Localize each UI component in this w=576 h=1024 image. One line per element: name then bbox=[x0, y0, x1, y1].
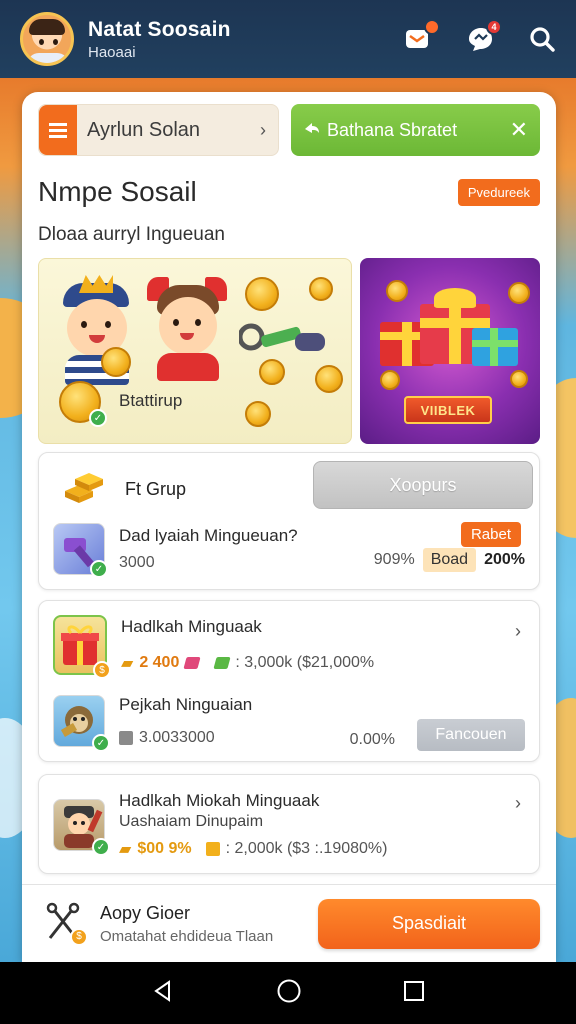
page-subtitle: Dloaa aurryl Ingueuan bbox=[38, 224, 225, 245]
home-icon[interactable] bbox=[276, 978, 302, 1009]
item-pct: 0.00% bbox=[349, 731, 395, 748]
chevron-right-icon[interactable]: › bbox=[515, 793, 521, 814]
list-item[interactable]: ✓ Dad lyaiah Mingueuan? 3000 Rabet 909% … bbox=[53, 522, 525, 578]
coin-badge-icon: ✓ bbox=[59, 381, 107, 427]
item-meta: ▰ 2 400 : 3,000k ($21,000% bbox=[121, 653, 525, 673]
item-title: Pejkah Ninguaian bbox=[119, 695, 253, 714]
system-navigation-bar bbox=[0, 962, 576, 1024]
item-pct: 909% bbox=[373, 551, 415, 568]
footer-bar: $ Aopy Gioer Omatahat ehdideua Tlaan Spa… bbox=[22, 884, 556, 962]
gold-bars-icon bbox=[61, 469, 107, 510]
coin-icon bbox=[510, 370, 528, 388]
gem-pink-icon bbox=[183, 657, 201, 669]
footer-subtitle: Omatahat ehdideua Tlaan bbox=[100, 927, 274, 945]
item-title: Hadlkah Minguaak bbox=[121, 617, 262, 636]
footer-title: Aopy Gioer bbox=[100, 902, 191, 923]
tab-bathana-label: Bathana Sbratet bbox=[326, 119, 458, 140]
page-title: Nmpe Sosail bbox=[38, 176, 197, 207]
coin-icon bbox=[380, 370, 400, 390]
item-subtitle: Uashaiam Dinupaim bbox=[119, 813, 264, 830]
top-icons: 4 bbox=[402, 19, 558, 55]
tab-bathana-sbratet[interactable]: Bathana Sbratet ✕ bbox=[290, 104, 540, 156]
tab-ayrlun-solan[interactable]: Ayrlun Solan › bbox=[38, 104, 279, 156]
group-header: Ft Grup bbox=[61, 469, 186, 510]
user-name: Natat Soosain bbox=[88, 17, 231, 41]
chat-icon[interactable]: 4 bbox=[464, 19, 502, 55]
gold-bars-icon: ▰ bbox=[121, 655, 134, 672]
verified-icon: ✓ bbox=[90, 560, 108, 578]
wrench-tool-icon bbox=[237, 313, 329, 359]
top-app-bar: Natat Soosain Haoaai 4 bbox=[0, 0, 576, 78]
coin-icon bbox=[245, 277, 279, 311]
vip-banner: VIIBLEK bbox=[404, 396, 492, 424]
item-thumbnail: ✓ bbox=[53, 523, 108, 578]
notification-badge bbox=[424, 19, 440, 35]
item-thumbnail: ✓ bbox=[53, 799, 110, 856]
list-item[interactable]: ✓ Hadlkah Miokah Minguaak Uashaiam Dinup… bbox=[53, 791, 525, 859]
item-badge[interactable]: Rabet bbox=[460, 522, 521, 547]
item-tag: Boad bbox=[422, 548, 477, 572]
title-badge[interactable]: Pvedureek bbox=[457, 178, 540, 206]
back-icon[interactable] bbox=[151, 979, 175, 1008]
menu-list-icon bbox=[39, 105, 77, 155]
chat-badge: 4 bbox=[486, 19, 502, 35]
cta-button[interactable]: Spasdiait bbox=[318, 898, 540, 949]
gold-bars-icon: ▰ bbox=[119, 841, 132, 858]
coin-icon bbox=[259, 359, 285, 385]
verified-icon: ✓ bbox=[92, 838, 110, 856]
item-bonus: 200% bbox=[484, 551, 525, 568]
recents-icon[interactable] bbox=[403, 980, 425, 1007]
group-panel: Ft Grup Xoopurs ✓ Dad lyaiah Mingueuan? … bbox=[38, 452, 540, 590]
share-arrow-icon bbox=[303, 120, 321, 141]
search-icon[interactable] bbox=[526, 23, 558, 55]
gift-box-icon bbox=[472, 322, 518, 366]
item-meta: ▰ $00 9% : 2,000k ($3 :.19080%) bbox=[119, 839, 525, 859]
chevron-right-icon[interactable]: › bbox=[515, 621, 521, 642]
item-thumbnail: ✓ bbox=[53, 695, 110, 752]
item-value-text: 3000 bbox=[119, 554, 155, 571]
user-info: Natat Soosain Haoaai bbox=[88, 18, 402, 61]
gem-green-icon bbox=[213, 657, 231, 669]
offers-panel: $ Hadlkah Minguaak ▰ 2 400 : 3,000k ($21… bbox=[38, 600, 540, 762]
tab-ayrlun-label: Ayrlun Solan bbox=[87, 118, 201, 141]
tab-row: Ayrlun Solan › Bathana Sbratet ✕ bbox=[38, 104, 540, 156]
item-title: Hadlkah Miokah Minguaak bbox=[119, 791, 320, 810]
close-icon[interactable]: ✕ bbox=[510, 117, 528, 143]
coin-icon bbox=[309, 277, 333, 301]
user-subtitle: Haoaai bbox=[88, 43, 136, 61]
promo-banner-characters[interactable]: ✓ Btattirup bbox=[38, 258, 352, 444]
promo-caption: Btattirup bbox=[119, 391, 183, 410]
item-thumbnail: $ bbox=[53, 615, 111, 679]
user-avatar[interactable] bbox=[20, 12, 74, 66]
group-name: Ft Grup bbox=[125, 479, 187, 499]
gold-crate-icon bbox=[205, 842, 220, 856]
notification-icon[interactable] bbox=[402, 19, 440, 55]
item-amount: $00 9% bbox=[137, 840, 192, 857]
chevron-right-icon: › bbox=[259, 119, 266, 140]
item-value: 3.0033000 bbox=[139, 729, 215, 746]
promo-banner-gifts[interactable]: VIIBLEK bbox=[360, 258, 540, 444]
item-stat: : 3,000k ($21,000% bbox=[235, 654, 375, 671]
title-row: Nmpe Sosail Pvedureek bbox=[38, 174, 540, 210]
list-item[interactable]: ✓ Pejkah Ninguaian 3.0033000 0.00% Fanco… bbox=[53, 695, 525, 752]
item-stats: 909% Boad 200% bbox=[374, 548, 525, 572]
item-action-button[interactable]: Fancouen bbox=[417, 719, 525, 751]
coin-icon bbox=[508, 282, 530, 304]
coin-icon bbox=[315, 365, 343, 393]
verified-icon: ✓ bbox=[92, 734, 110, 752]
group-action-button[interactable]: Xoopurs bbox=[313, 461, 533, 509]
coin-badge-icon: $ bbox=[93, 661, 111, 679]
offers-panel-2: ✓ Hadlkah Miokah Minguaak Uashaiam Dinup… bbox=[38, 774, 540, 874]
tools-icon: $ bbox=[44, 902, 88, 946]
crate-icon bbox=[119, 731, 133, 745]
coin-icon bbox=[386, 280, 408, 302]
coin-icon bbox=[245, 401, 271, 427]
list-item[interactable]: $ Hadlkah Minguaak ▰ 2 400 : 3,000k ($21… bbox=[53, 615, 525, 679]
main-card: Ayrlun Solan › Bathana Sbratet ✕ Nmpe So… bbox=[22, 92, 556, 962]
kid-character-2 bbox=[147, 273, 227, 383]
coin-icon bbox=[101, 347, 131, 377]
item-stat: : 2,000k ($3 :.19080%) bbox=[225, 840, 388, 857]
item-amount: 2 400 bbox=[139, 654, 180, 671]
